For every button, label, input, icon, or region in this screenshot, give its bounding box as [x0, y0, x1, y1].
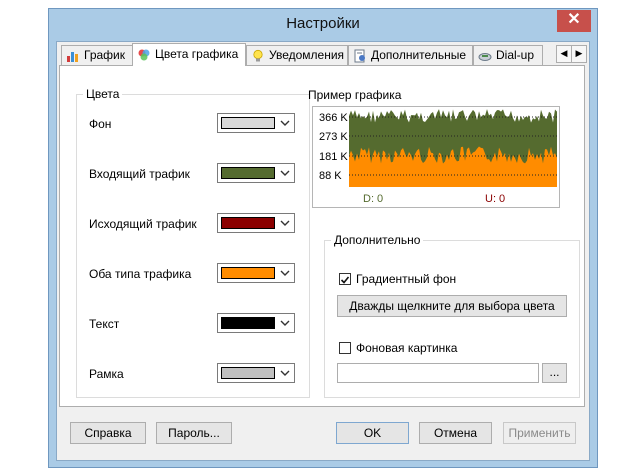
y-axis-label: 181 K [319, 151, 348, 163]
tab-scroll-left-button[interactable]: ◀ [556, 45, 572, 63]
gradient-background-label[interactable]: Градиентный фон [356, 272, 456, 286]
tab-graph-colors[interactable]: Цвета графика [132, 43, 246, 66]
background-color-label: Фон [89, 117, 112, 131]
chevron-down-icon [280, 270, 290, 276]
cancel-button[interactable]: Отмена [419, 422, 492, 444]
graph-colors-panel: Цвета Фон Входящий трафик Исходящий траф… [59, 65, 585, 407]
background-image-label[interactable]: Фоновая картинка [356, 341, 457, 355]
both-traffic-color-picker[interactable] [217, 263, 295, 283]
gradient-background-checkbox[interactable] [339, 273, 351, 285]
chevron-down-icon [280, 220, 290, 226]
traffic-graph-preview: 366 K 273 K 181 K 88 K D: 0 U: 0 [312, 106, 560, 208]
tab-dialup[interactable]: Dial-up [473, 45, 543, 65]
text-color-label: Текст [89, 317, 120, 331]
incoming-traffic-label: Входящий трафик [89, 167, 190, 181]
tab-scroll-right-button[interactable]: ▶ [571, 45, 587, 63]
chevron-down-icon [280, 370, 290, 376]
colors-group-title: Цвета [83, 87, 123, 101]
lightbulb-icon [253, 49, 263, 62]
y-axis-label: 273 K [319, 131, 348, 143]
help-button[interactable]: Справка [70, 422, 146, 444]
download-readout: D: 0 [363, 193, 384, 205]
color-swatch [221, 317, 275, 329]
tab-label: Уведомления [269, 48, 345, 62]
outgoing-traffic-label: Исходящий трафик [89, 217, 197, 231]
settings-window: Настройки ✕ График Цвета графика Уведомл… [48, 8, 598, 468]
window-title: Настройки [286, 15, 360, 32]
background-color-picker[interactable] [217, 113, 295, 133]
preview-title: Пример графика [308, 88, 402, 102]
settings-page-icon [354, 49, 365, 63]
apply-button: Применить [503, 422, 576, 444]
tab-additional[interactable]: Дополнительные [348, 45, 473, 65]
text-color-picker[interactable] [217, 313, 295, 333]
incoming-traffic-color-picker[interactable] [217, 163, 295, 183]
chevron-down-icon [280, 170, 290, 176]
traffic-graph [349, 109, 557, 187]
chevron-down-icon [280, 120, 290, 126]
tab-notifications[interactable]: Уведомления [246, 45, 348, 65]
dialog-body: График Цвета графика Уведомления Дополни… [56, 41, 590, 461]
tab-scroll: ◀ ▶ [556, 45, 587, 63]
checkmark-icon [340, 276, 350, 284]
tab-graph[interactable]: График [61, 45, 133, 65]
password-button[interactable]: Пароль... [156, 422, 232, 444]
tab-label: Dial-up [496, 48, 535, 62]
tab-label: Цвета графика [155, 47, 239, 61]
background-image-checkbox[interactable] [339, 342, 351, 354]
pick-color-button[interactable]: Дважды щелкните для выбора цвета [337, 295, 567, 317]
browse-button[interactable]: ... [542, 363, 567, 383]
color-swatch [221, 217, 275, 229]
palette-icon [138, 49, 150, 61]
tab-label: График [84, 48, 125, 62]
close-button[interactable]: ✕ [557, 10, 591, 32]
background-image-path-input[interactable] [337, 363, 539, 383]
modem-icon [478, 53, 492, 61]
upload-readout: U: 0 [485, 193, 506, 205]
ok-button[interactable]: OK [336, 422, 409, 444]
color-swatch [221, 117, 275, 129]
frame-color-label: Рамка [89, 367, 124, 381]
chevron-down-icon [280, 320, 290, 326]
title-bar[interactable]: Настройки ✕ [49, 9, 597, 41]
tab-strip: График Цвета графика Уведомления Дополни… [59, 43, 587, 66]
color-swatch [221, 267, 275, 279]
extra-group: Дополнительно Градиентный фон Дважды щел… [324, 233, 580, 398]
color-swatch [221, 367, 275, 379]
colors-group: Цвета Фон Входящий трафик Исходящий траф… [76, 87, 310, 398]
bar-chart-icon [67, 52, 78, 62]
y-axis-label: 366 K [319, 112, 348, 124]
outgoing-traffic-color-picker[interactable] [217, 213, 295, 233]
y-axis-label: 88 K [319, 170, 342, 182]
tab-label: Дополнительные [371, 48, 466, 62]
both-traffic-label: Оба типа трафика [89, 267, 192, 281]
frame-color-picker[interactable] [217, 363, 295, 383]
color-swatch [221, 167, 275, 179]
extra-group-title: Дополнительно [331, 233, 424, 247]
